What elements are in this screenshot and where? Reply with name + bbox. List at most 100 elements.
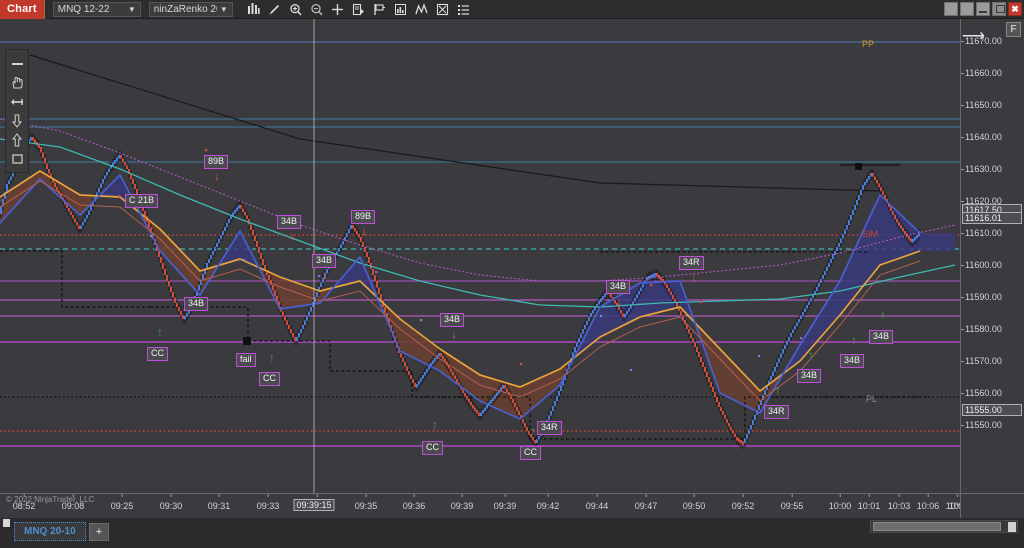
chart-tab-strip: MNQ 20-10 + (14, 522, 110, 541)
signal-label-89b[interactable]: 89B (204, 155, 229, 169)
chart-tab-mnq[interactable]: MNQ 20-10 (14, 522, 86, 541)
renko-brick (470, 402, 472, 406)
plot-text-pl: PL (866, 394, 878, 404)
renko-brick (468, 399, 470, 403)
renko-brick (400, 353, 402, 358)
renko-brick (452, 372, 454, 376)
ruler-tool[interactable] (7, 92, 27, 111)
signal-label-cc[interactable]: CC (422, 441, 443, 455)
signal-label-fail[interactable]: fail (236, 353, 256, 367)
renko-brick (76, 222, 78, 226)
indicators-icon[interactable] (391, 1, 411, 18)
renko-brick (466, 396, 468, 400)
plot-text-pp: PP (862, 39, 875, 49)
signal-label-c-21b[interactable]: C 21B (125, 194, 159, 208)
scroll-right-arrow-icon[interactable]: ⟶ (962, 26, 985, 46)
signal-label-cc[interactable]: CC (520, 446, 541, 460)
chart-plot-area[interactable]: 89B ↓ C 21B ↓ 34B ↓ 89B ↓ 34B ↓ 34B 34B ↓ 34R ↓ 34B ↓ CC ↑… (0, 19, 960, 493)
window-close-button[interactable]: ✖ (1008, 2, 1022, 16)
renko-brick (584, 325, 586, 329)
signal-label-34b[interactable]: 34B (184, 297, 209, 311)
renko-brick (170, 286, 172, 292)
renko-brick (100, 183, 102, 188)
signal-label-89b[interactable]: 89B (351, 210, 376, 224)
arrow-down-tool[interactable] (7, 111, 27, 130)
zoom-in-icon[interactable] (286, 1, 306, 18)
drawing-tools-palette (5, 49, 29, 173)
window-minimize-button[interactable] (944, 2, 958, 16)
signal-label-34r[interactable]: 34R (537, 421, 562, 435)
flag-icon[interactable] (370, 1, 390, 18)
time-tick: 09:50 (682, 494, 706, 511)
renko-brick (374, 275, 376, 281)
signal-label-34b[interactable]: 34B (869, 330, 894, 344)
renko-brick (810, 298, 812, 302)
renko-brick (456, 379, 458, 383)
zoom-out-icon[interactable] (307, 1, 327, 18)
cursor-hand-tool[interactable] (7, 73, 27, 92)
workspace-menu-button[interactable] (2, 518, 11, 528)
signal-label-34r[interactable]: 34R (679, 256, 704, 270)
renko-brick (8, 180, 10, 184)
renko-brick (800, 315, 802, 319)
arrow-up-tool[interactable] (7, 130, 27, 149)
signal-label-34r[interactable]: 34R (764, 405, 789, 419)
renko-brick (804, 308, 806, 312)
scrollbar-right-nub[interactable] (1008, 522, 1016, 532)
renko-brick (214, 247, 216, 251)
line-chart-icon[interactable] (412, 1, 432, 18)
signal-label-cc[interactable]: CC (147, 347, 168, 361)
window-restore-button[interactable] (992, 2, 1006, 16)
bar-chart-icon[interactable] (244, 1, 264, 18)
renko-brick (656, 273, 658, 277)
renko-brick (482, 410, 484, 414)
renko-brick (240, 205, 242, 209)
price-axis[interactable]: F 11670.00 11660.00 11650.00 11640.00 11630.… (960, 19, 1024, 493)
instrument-selector[interactable]: MNQ 12-22 ▼ (52, 1, 141, 17)
signal-label-34b[interactable]: 34B (606, 280, 631, 294)
arrow-down-icon: ↓ (142, 209, 148, 223)
renko-brick (376, 281, 378, 288)
arrow-up-icon: ↑ (880, 308, 886, 322)
renko-brick (912, 239, 914, 243)
bartype-selector[interactable]: ninZaRenko 20/10 ▼ (148, 1, 233, 17)
renko-brick (274, 290, 276, 296)
window-collapse-button[interactable] (976, 2, 990, 16)
renko-brick (44, 158, 46, 164)
signal-label-34b[interactable]: 34B (277, 215, 302, 229)
trendline-tool[interactable] (7, 54, 27, 73)
snapshot-icon[interactable] (433, 1, 453, 18)
signal-label-34b[interactable]: 34B (312, 254, 337, 268)
renko-brick (526, 427, 528, 431)
scrollbar-thumb[interactable] (873, 522, 1001, 531)
renko-brick (254, 235, 256, 241)
renko-brick (908, 236, 910, 240)
renko-brick (338, 248, 340, 252)
horizontal-scrollbar[interactable] (870, 520, 1018, 533)
data-box-icon[interactable] (349, 1, 369, 18)
renko-brick (574, 347, 576, 353)
renko-brick (418, 381, 420, 385)
price-axis-format-button[interactable]: F (1006, 22, 1021, 37)
signal-label-34b[interactable]: 34B (440, 313, 465, 327)
window-maximize-button[interactable] (960, 2, 974, 16)
signal-label-34b[interactable]: 34B (840, 354, 865, 368)
rectangle-tool[interactable] (7, 149, 27, 168)
list-icon[interactable] (454, 1, 474, 18)
time-axis[interactable]: 08:5209:0809:2509:3009:3109:3309:3409:35… (0, 493, 1024, 518)
pencil-icon[interactable] (265, 1, 285, 18)
signal-dot (205, 149, 208, 152)
renko-brick (476, 410, 478, 414)
crosshair-icon[interactable] (328, 1, 348, 18)
renko-brick (902, 228, 904, 232)
renko-brick (438, 353, 440, 357)
signal-label-34b[interactable]: 34B (797, 369, 822, 383)
renko-brick (728, 423, 730, 427)
add-tab-button[interactable]: + (88, 522, 110, 541)
renko-brick (880, 187, 882, 191)
renko-brick (304, 320, 306, 325)
time-tick: 09:31 (207, 494, 231, 511)
signal-label-cc[interactable]: CC (259, 372, 280, 386)
price-tick: 11640.00 (961, 132, 1002, 142)
renko-brick (208, 259, 210, 263)
